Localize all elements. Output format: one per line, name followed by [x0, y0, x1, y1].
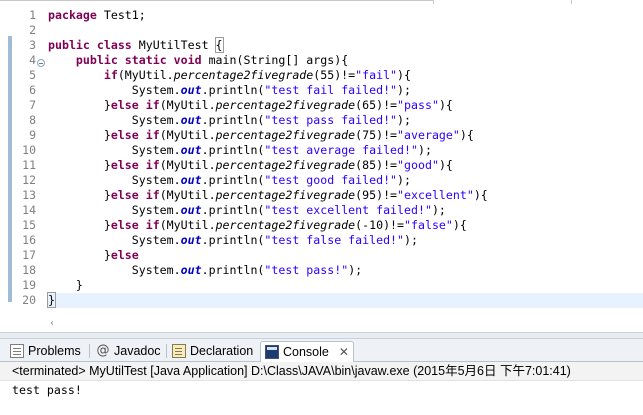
- code-line: System.out.println("test pass!");: [131, 263, 363, 277]
- tab-label: Javadoc: [114, 344, 161, 358]
- line-number: 5: [29, 68, 36, 82]
- line-number: 1: [29, 8, 36, 22]
- line-number-gutter: 1 2 3 4 5 6 7 8 9 10 11 12 13 14 15 16 1…: [14, 8, 40, 308]
- code-line: }else if(MyUtil.percentage2fivegrade(65)…: [103, 98, 453, 112]
- code-line: System.out.println("test pass failed!");: [131, 113, 412, 127]
- line-number: 9: [29, 128, 36, 142]
- code-line: }else if(MyUtil.percentage2fivegrade(85)…: [103, 158, 453, 172]
- code-line: if(MyUtil.percentage2fivegrade(55)!="fai…: [103, 68, 412, 82]
- tab-separator: [166, 344, 167, 358]
- line-number: 16: [22, 233, 36, 247]
- at-icon: @: [96, 343, 110, 358]
- code-line: public static void main(String[] args){: [75, 53, 349, 67]
- code-editor[interactable]: 1 2 3 4 5 6 7 8 9 10 11 12 13 14 15 16 1…: [0, 4, 643, 332]
- line-number: 20: [22, 293, 36, 307]
- line-number: 15: [22, 218, 36, 232]
- line-number: 13: [22, 188, 36, 202]
- code-line: System.out.println("test excellent faile…: [131, 203, 446, 217]
- code-text[interactable]: package Test1; public class MyUtilTest {…: [47, 8, 643, 308]
- tab-label: Declaration: [190, 344, 254, 358]
- code-line: }: [75, 278, 83, 292]
- line-number: 12: [22, 173, 36, 187]
- line-number: 14: [22, 203, 36, 217]
- problems-icon: [10, 344, 24, 358]
- code-line: package Test1;: [48, 8, 146, 22]
- code-line: System.out.println("test good failed!");: [131, 173, 412, 187]
- line-number: 11: [22, 158, 36, 172]
- horizontal-scrollbar[interactable]: ‹: [0, 316, 643, 332]
- current-code-line: }: [47, 292, 643, 308]
- line-number: 10: [22, 143, 36, 157]
- code-line: }else if(MyUtil.percentage2fivegrade(95)…: [103, 188, 488, 202]
- declaration-icon: [172, 344, 186, 358]
- fold-collapse-icon[interactable]: [37, 59, 45, 67]
- tab-label: Console: [283, 345, 329, 359]
- code-line: System.out.println("test average failed!…: [131, 143, 432, 157]
- text-caret: [54, 294, 56, 307]
- change-ruler: [8, 36, 12, 302]
- console-icon: [265, 345, 279, 359]
- tab-problems[interactable]: Problems: [6, 341, 85, 361]
- tab-separator: [89, 344, 90, 358]
- console-output: test pass!: [12, 383, 82, 397]
- scroll-left-icon[interactable]: ‹: [50, 318, 54, 330]
- line-number: 2: [29, 23, 36, 37]
- tab-javadoc[interactable]: @ Javadoc: [92, 341, 165, 361]
- line-number: 6: [29, 83, 36, 97]
- line-number: 17: [22, 248, 36, 262]
- console-view[interactable]: <terminated> MyUtilTest [Java Applicatio…: [0, 362, 643, 415]
- code-line: System.out.println("test false failed!")…: [131, 233, 418, 247]
- code-line: System.out.println("test fail failed!");: [131, 83, 412, 97]
- line-number: 8: [29, 113, 36, 127]
- line-number: 4: [29, 53, 36, 67]
- line-number: 18: [22, 263, 36, 277]
- code-line: }else: [103, 248, 139, 262]
- line-number: 19: [22, 278, 36, 292]
- close-icon[interactable]: ✕: [339, 342, 349, 362]
- code-line: }else if(MyUtil.percentage2fivegrade(-10…: [103, 218, 467, 232]
- tab-label: Problems: [28, 344, 81, 358]
- line-number: 7: [29, 98, 36, 112]
- pane-divider[interactable]: [0, 332, 643, 339]
- tab-console[interactable]: Console ✕: [260, 341, 354, 362]
- line-number: 3: [29, 38, 36, 52]
- code-line: }else if(MyUtil.percentage2fivegrade(75)…: [103, 128, 474, 142]
- views-tab-bar: Problems @ Javadoc Declaration Console ✕: [0, 339, 643, 362]
- console-status-header: <terminated> MyUtilTest [Java Applicatio…: [0, 362, 643, 381]
- tab-declaration[interactable]: Declaration: [168, 341, 257, 361]
- code-line: public class MyUtilTest {: [48, 37, 224, 53]
